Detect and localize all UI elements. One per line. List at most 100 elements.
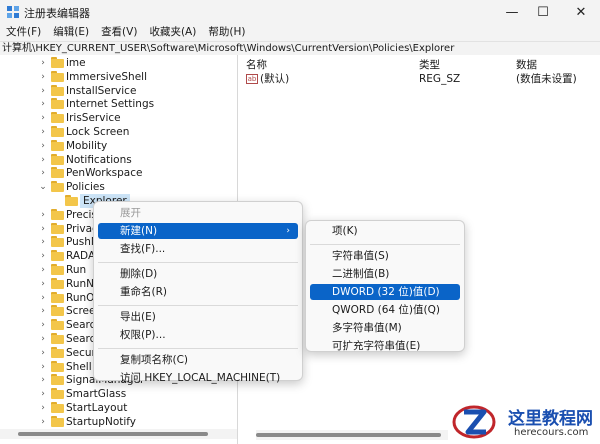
tree-item-label: Notifications <box>66 153 132 166</box>
tree-item[interactable]: › InstallService <box>0 84 237 98</box>
menu-file[interactable]: 文件(F) <box>0 24 47 41</box>
tree-item-label: Lock Screen <box>66 126 130 138</box>
tree-item[interactable]: › ImmersiveShell <box>0 70 237 84</box>
chevron-right-icon[interactable]: › <box>38 71 48 83</box>
scrollbar-thumb[interactable] <box>18 432 208 436</box>
context-menu-item-label: 访问 HKEY_LOCAL_MACHINE(T) <box>120 372 281 384</box>
tree-item[interactable]: ⌄ Policies <box>0 180 237 194</box>
tree-item[interactable]: › SmartGlass <box>0 387 237 401</box>
menu-help[interactable]: 帮助(H) <box>202 24 251 41</box>
chevron-right-icon[interactable]: › <box>38 292 48 304</box>
value-name: (默认) <box>260 73 290 85</box>
tree-item[interactable]: › Internet Settings <box>0 97 237 111</box>
tree-item[interactable]: › Notifications <box>0 153 237 167</box>
tree-horizontal-scrollbar[interactable] <box>0 429 237 439</box>
chevron-right-icon[interactable]: › <box>38 347 48 359</box>
address-bar[interactable]: 计算机\HKEY_CURRENT_USER\Software\Microsoft… <box>0 41 600 55</box>
submenu-item[interactable]: 多字符串值(M) <box>310 320 460 336</box>
context-menu-item[interactable]: 查找(F)... <box>98 241 298 257</box>
column-header-name[interactable]: 名称 <box>246 57 267 72</box>
tree-item[interactable]: › Mobility <box>0 139 237 153</box>
title-bar: 注册表编辑器 — ☐ ✕ <box>0 0 600 24</box>
context-menu-item[interactable]: 权限(P)... <box>98 327 298 343</box>
chevron-right-icon[interactable]: › <box>38 416 48 428</box>
tree-item[interactable]: › StartupNotify <box>0 415 237 429</box>
tree-item-label: Policies <box>66 181 105 194</box>
regedit-app-icon <box>7 6 19 18</box>
chevron-right-icon[interactable]: › <box>38 112 48 124</box>
tree-item-label: Internet Settings <box>66 98 155 111</box>
submenu-item-label: 项(K) <box>332 225 358 237</box>
menu-separator <box>98 348 298 349</box>
chevron-right-icon[interactable]: › <box>38 126 48 138</box>
tree-item[interactable]: › ime <box>0 56 237 70</box>
folder-icon <box>51 415 64 427</box>
tree-item[interactable]: › IrisService <box>0 111 237 125</box>
submenu-item[interactable]: 项(K) <box>310 223 460 239</box>
chevron-right-icon[interactable]: › <box>38 57 48 69</box>
maximize-button[interactable]: ☐ <box>525 0 561 24</box>
column-header-type[interactable]: 类型 <box>419 57 440 72</box>
chevron-right-icon[interactable]: › <box>38 154 48 166</box>
submenu-item[interactable]: QWORD (64 位)值(Q) <box>310 302 460 318</box>
tree-item[interactable]: › PenWorkspace <box>0 166 237 180</box>
submenu-item[interactable]: DWORD (32 位)值(D) <box>310 284 460 300</box>
folder-icon <box>51 236 64 248</box>
submenu-item-label: 可扩充字符串值(E) <box>332 340 421 352</box>
value-row[interactable]: ab (默认) REG_SZ (数值未设置) <box>242 72 600 86</box>
context-menu-item[interactable]: 删除(D) <box>98 266 298 282</box>
tree-item[interactable]: › Lock Screen <box>0 125 237 139</box>
chevron-right-icon[interactable]: › <box>38 209 48 221</box>
context-menu-item-label: 删除(D) <box>120 268 158 280</box>
chevron-right-icon[interactable]: › <box>38 333 48 345</box>
chevron-right-icon[interactable]: › <box>38 223 48 235</box>
menu-view[interactable]: 查看(V) <box>95 24 143 41</box>
folder-icon <box>51 98 64 110</box>
folder-icon <box>51 333 64 344</box>
new-submenu: 项(K) 字符串值(S) 二进制值(B) DWORD (32 位)值(D) QWORD … <box>305 220 465 352</box>
chevron-right-icon[interactable]: › <box>38 85 48 97</box>
chevron-right-icon[interactable]: › <box>38 140 48 152</box>
menu-edit[interactable]: 编辑(E) <box>47 24 95 41</box>
chevron-right-icon[interactable]: › <box>38 167 48 179</box>
submenu-item-label: DWORD (32 位)值(D) <box>332 286 440 298</box>
chevron-right-icon[interactable]: › <box>38 402 48 414</box>
chevron-right-icon[interactable]: › <box>38 278 48 290</box>
folder-icon <box>51 388 64 400</box>
chevron-right-icon[interactable]: › <box>38 374 48 386</box>
context-menu-item[interactable]: 重命名(R) <box>98 284 298 300</box>
chevron-down-icon[interactable]: ⌄ <box>38 181 48 193</box>
tree-item-label: PenWorkspace <box>66 167 143 180</box>
chevron-right-icon: › <box>286 226 290 236</box>
chevron-right-icon[interactable]: › <box>38 319 48 331</box>
chevron-right-icon[interactable]: › <box>38 236 48 248</box>
tree-item-label: Scree <box>66 305 96 318</box>
context-menu-item[interactable]: 复制项名称(C) <box>98 352 298 368</box>
chevron-right-icon[interactable]: › <box>38 361 48 373</box>
folder-icon <box>51 112 64 124</box>
column-header-data[interactable]: 数据 <box>516 57 537 72</box>
chevron-right-icon[interactable]: › <box>38 98 48 110</box>
folder-icon <box>51 346 64 358</box>
close-button[interactable]: ✕ <box>563 0 599 24</box>
tree-item-label: ImmersiveShell <box>66 70 148 83</box>
scrollbar-thumb[interactable] <box>256 433 441 437</box>
tree-item-label: Mobility <box>66 139 108 152</box>
context-menu-item-label: 新建(N) <box>120 225 158 237</box>
folder-icon <box>51 250 64 262</box>
chevron-right-icon[interactable]: › <box>38 264 48 276</box>
submenu-item[interactable]: 可扩充字符串值(E) <box>310 338 460 354</box>
context-menu-item[interactable]: 新建(N) › <box>98 223 298 239</box>
chevron-right-icon[interactable]: › <box>38 250 48 262</box>
chevron-right-icon[interactable]: › <box>38 305 48 317</box>
context-menu: 展开 新建(N) › 查找(F)... 删除(D) 重命名(R) 导出(E) 权限(P)...… <box>93 201 303 384</box>
tree-item-label: Secur <box>66 346 96 359</box>
submenu-item[interactable]: 二进制值(B) <box>310 266 460 282</box>
tree-item-label: Run <box>66 264 87 276</box>
submenu-item[interactable]: 字符串值(S) <box>310 248 460 264</box>
chevron-right-icon[interactable]: › <box>38 388 48 400</box>
menu-favorites[interactable]: 收藏夹(A) <box>143 24 202 41</box>
tree-item[interactable]: › StartLayout <box>0 401 237 415</box>
context-menu-item[interactable]: 导出(E) <box>98 309 298 325</box>
context-menu-item[interactable]: 访问 HKEY_LOCAL_MACHINE(T) <box>98 370 298 386</box>
